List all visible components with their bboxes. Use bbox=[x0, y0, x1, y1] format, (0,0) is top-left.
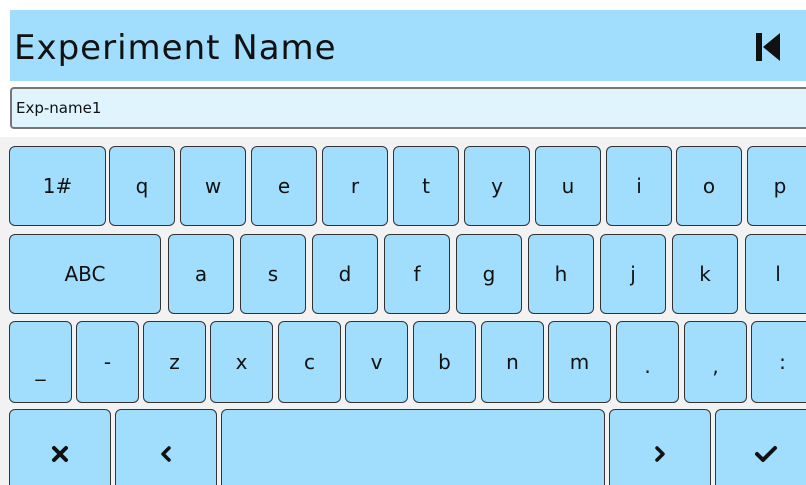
key-f[interactable]: f bbox=[384, 234, 450, 314]
onscreen-keyboard: 1# q w e r t y u i o p ABC a s d f g h j… bbox=[0, 137, 806, 485]
back-button[interactable] bbox=[748, 29, 788, 65]
key-j[interactable]: j bbox=[600, 234, 666, 314]
key-alpha-toggle[interactable]: ABC bbox=[9, 234, 161, 314]
key-l[interactable]: l bbox=[745, 234, 806, 314]
key-b[interactable]: b bbox=[413, 321, 476, 403]
key-t[interactable]: t bbox=[393, 146, 459, 226]
checkmark-icon bbox=[755, 446, 777, 462]
close-icon bbox=[52, 446, 68, 462]
key-g[interactable]: g bbox=[456, 234, 522, 314]
key-comma[interactable]: , bbox=[684, 321, 747, 403]
key-u[interactable]: u bbox=[535, 146, 601, 226]
enter-button[interactable] bbox=[715, 409, 806, 485]
space-key[interactable] bbox=[221, 409, 605, 485]
key-w[interactable]: w bbox=[180, 146, 246, 226]
key-o[interactable]: o bbox=[676, 146, 742, 226]
cursor-right-button[interactable] bbox=[609, 409, 711, 485]
key-x[interactable]: x bbox=[210, 321, 273, 403]
key-d[interactable]: d bbox=[312, 234, 378, 314]
key-s[interactable]: s bbox=[240, 234, 306, 314]
chevron-left-icon bbox=[161, 446, 171, 462]
key-y[interactable]: y bbox=[464, 146, 530, 226]
key-colon[interactable]: : bbox=[751, 321, 806, 403]
key-period[interactable]: . bbox=[616, 321, 679, 403]
clear-button[interactable] bbox=[9, 409, 111, 485]
key-hyphen[interactable]: - bbox=[76, 321, 139, 403]
experiment-name-input[interactable] bbox=[10, 87, 806, 129]
chevron-right-icon bbox=[655, 446, 665, 462]
key-n[interactable]: n bbox=[481, 321, 544, 403]
key-e[interactable]: e bbox=[251, 146, 317, 226]
header-bar: Experiment Name bbox=[10, 10, 806, 81]
key-p[interactable]: p bbox=[747, 146, 806, 226]
key-numeric-toggle[interactable]: 1# bbox=[9, 146, 106, 226]
key-r[interactable]: r bbox=[322, 146, 388, 226]
key-m[interactable]: m bbox=[548, 321, 611, 403]
skip-back-icon bbox=[756, 33, 780, 61]
page-title: Experiment Name bbox=[14, 28, 337, 68]
key-i[interactable]: i bbox=[606, 146, 672, 226]
cursor-left-button[interactable] bbox=[115, 409, 217, 485]
key-c[interactable]: c bbox=[278, 321, 341, 403]
key-h[interactable]: h bbox=[528, 234, 594, 314]
key-q[interactable]: q bbox=[109, 146, 175, 226]
key-a[interactable]: a bbox=[168, 234, 234, 314]
key-v[interactable]: v bbox=[345, 321, 408, 403]
key-underscore[interactable]: _ bbox=[9, 321, 72, 403]
key-z[interactable]: z bbox=[143, 321, 206, 403]
key-k[interactable]: k bbox=[672, 234, 738, 314]
